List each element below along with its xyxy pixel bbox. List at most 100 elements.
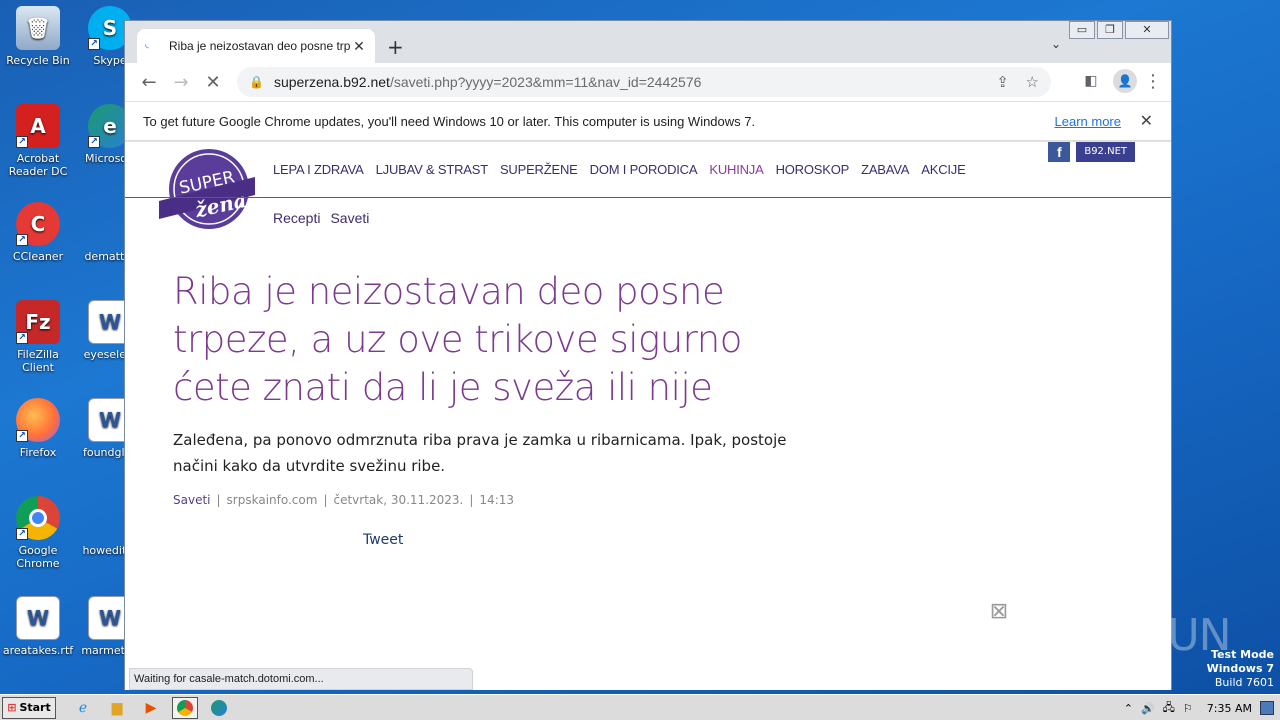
web-page: SUPER žena LEPA I ZDRAVA LJUBAV & STRAST… bbox=[125, 142, 1171, 690]
ad-close-icon[interactable]: ⊠ bbox=[987, 600, 1011, 624]
restore-button[interactable]: ❐ bbox=[1097, 21, 1123, 39]
taskbar: ⊞ Start ℯ ▆ ▶ ⌃ 🔊 🖧 ⚐ 7:35 AM bbox=[0, 694, 1280, 720]
infobar-text: To get future Google Chrome updates, you… bbox=[143, 113, 756, 129]
tab-strip: ◟ Riba je neizostavan deo posne trpeze ✕… bbox=[125, 21, 1171, 63]
word-doc-icon: W bbox=[16, 596, 60, 640]
tab-title: Riba je neizostavan deo posne trpeze bbox=[169, 39, 351, 53]
windows-logo-icon: ⊞ bbox=[7, 701, 17, 714]
menu-kebab-icon[interactable]: ⋮ bbox=[1143, 71, 1163, 92]
url-path: /saveti.php?yyyy=2023&mm=11&nav_id=24425… bbox=[389, 74, 702, 90]
nav-item-ljubav-strast[interactable]: LJUBAV & STRAST bbox=[376, 162, 489, 177]
new-tab-button[interactable]: + bbox=[387, 35, 404, 59]
loading-favicon-icon: ◟ bbox=[145, 39, 149, 50]
close-window-button[interactable]: ✕ bbox=[1125, 21, 1169, 39]
nav-item-superzene[interactable]: SUPERŽENE bbox=[500, 162, 578, 177]
anyrun-watermark: ANY RUN bbox=[1038, 610, 1232, 661]
chrome-icon: ↗ bbox=[16, 496, 60, 540]
learn-more-link[interactable]: Learn more bbox=[1055, 114, 1121, 129]
article-source: srpskainfo.com bbox=[226, 493, 318, 507]
social-links: f B92.NET bbox=[1048, 142, 1135, 162]
desktop-icon-google-chrome[interactable]: ↗ Google Chrome bbox=[0, 496, 76, 570]
network-icon[interactable]: 🖧 bbox=[1163, 699, 1175, 718]
recycle-bin-icon: 🗑 bbox=[16, 6, 60, 50]
update-infobar: To get future Google Chrome updates, you… bbox=[125, 101, 1171, 141]
desktop-icon-acrobat[interactable]: A ↗ Acrobat Reader DC bbox=[0, 104, 76, 178]
taskbar-chrome[interactable] bbox=[172, 696, 198, 719]
infobar-close-icon[interactable]: ✕ bbox=[1140, 111, 1153, 131]
tab-search-icon[interactable]: ⌄ bbox=[1051, 37, 1061, 51]
browser-tab[interactable]: ◟ Riba je neizostavan deo posne trpeze ✕ bbox=[137, 29, 375, 63]
window-controls: ▭ ❐ ✕ bbox=[1067, 21, 1169, 39]
nav-item-zabava[interactable]: ZABAVA bbox=[861, 162, 909, 177]
test-mode-label: Test Mode Windows 7 Build 7601 bbox=[1207, 648, 1274, 690]
desktop-icon-label: Google Chrome bbox=[16, 544, 60, 570]
desktop-icon-label: FileZilla Client bbox=[17, 348, 59, 374]
forward-icon[interactable]: → bbox=[165, 72, 197, 93]
internet-explorer-icon: ℯ bbox=[78, 699, 88, 716]
taskbar-media-player[interactable]: ▶ bbox=[138, 697, 164, 719]
sub-nav: Recepti Saveti bbox=[273, 210, 369, 226]
subnav-item-recepti[interactable]: Recepti bbox=[273, 210, 320, 226]
tray-expand-icon[interactable]: ⌃ bbox=[1124, 702, 1133, 715]
desktop-icon-label: Recycle Bin bbox=[6, 54, 70, 67]
filezilla-icon: Fz ↗ bbox=[16, 300, 60, 344]
article-category[interactable]: Saveti bbox=[173, 493, 211, 507]
show-desktop-icon[interactable] bbox=[1260, 701, 1274, 715]
taskbar-ie[interactable]: ℯ bbox=[70, 697, 96, 719]
share-icon[interactable]: ⇪ bbox=[996, 73, 1009, 91]
status-bubble: Waiting for casale-match.dotomi.com... bbox=[129, 668, 473, 690]
clock[interactable]: 7:35 AM bbox=[1207, 702, 1252, 715]
stop-loading-icon[interactable]: ✕ bbox=[197, 72, 229, 93]
acrobat-icon: A ↗ bbox=[16, 104, 60, 148]
system-tray: ⌃ 🔊 🖧 ⚐ 7:35 AM bbox=[1124, 695, 1280, 720]
meta-separator: | bbox=[323, 493, 328, 507]
nav-item-kuhinja[interactable]: KUHINJA bbox=[709, 162, 763, 177]
volume-icon[interactable]: 🔊 bbox=[1141, 702, 1155, 715]
browser-window: ◟ Riba je neizostavan deo posne trpeze ✕… bbox=[124, 20, 1172, 690]
desktop-icon-ccleaner[interactable]: C ↗ CCleaner bbox=[0, 202, 76, 263]
os-name-text: Windows 7 bbox=[1206, 662, 1274, 675]
chrome-icon bbox=[177, 699, 193, 716]
start-button[interactable]: ⊞ Start bbox=[2, 696, 56, 719]
url-host: superzena.b92.net bbox=[273, 74, 390, 90]
taskbar-explorer[interactable]: ▆ bbox=[104, 697, 130, 719]
browser-toolbar: ← → ✕ 🔒 superzena.b92.net/saveti.php?yyy… bbox=[125, 63, 1171, 101]
subnav-item-saveti[interactable]: Saveti bbox=[330, 210, 369, 226]
nav-item-dom-i-porodica[interactable]: DOM I PORODICA bbox=[590, 162, 698, 177]
desktop-icon-label: Firefox bbox=[19, 446, 57, 459]
taskbar-edge[interactable] bbox=[206, 697, 232, 719]
desktop-icon-label: Acrobat Reader DC bbox=[8, 152, 68, 178]
media-player-icon: ▶ bbox=[145, 699, 157, 716]
tweet-button[interactable]: Tweet bbox=[363, 532, 403, 548]
side-panel-icon[interactable]: ◧ bbox=[1075, 73, 1107, 89]
nav-item-akcije[interactable]: AKCIJE bbox=[921, 162, 966, 177]
build-number-text: Build 7601 bbox=[1214, 676, 1274, 689]
nav-item-horoskop[interactable]: HOROSKOP bbox=[776, 162, 850, 177]
site-logo[interactable]: SUPER žena bbox=[159, 147, 255, 229]
facebook-icon[interactable]: f bbox=[1048, 142, 1071, 162]
article-lead: Zaleđena, pa ponovo odmrznuta riba prava… bbox=[173, 431, 787, 475]
nav-item-lepa-i-zdrava[interactable]: LEPA I ZDRAVA bbox=[273, 162, 364, 177]
article-date: četvrtak, 30.11.2023. bbox=[333, 493, 464, 507]
article-meta: Saveti | srpskainfo.com | četvrtak, 30.1… bbox=[173, 493, 514, 507]
desktop-icon-firefox[interactable]: ↗ Firefox bbox=[0, 398, 76, 459]
edge-icon bbox=[211, 699, 227, 716]
main-nav: LEPA I ZDRAVA LJUBAV & STRAST SUPERŽENE … bbox=[273, 162, 966, 177]
desktop-icon-areatakes[interactable]: W areatakes.rtf bbox=[0, 596, 76, 657]
desktop-icon-recycle-bin[interactable]: 🗑 Recycle Bin bbox=[0, 6, 76, 67]
test-mode-text: Test Mode bbox=[1211, 648, 1274, 661]
back-icon[interactable]: ← bbox=[133, 72, 165, 93]
bookmark-star-icon[interactable]: ☆ bbox=[1026, 73, 1039, 91]
article-headline: Riba je neizostavan deo posne trpeze, a … bbox=[173, 270, 742, 409]
desktop-icon-label: CCleaner bbox=[12, 250, 64, 263]
toolbar-right: ◧ 👤 ⋮ bbox=[1075, 69, 1163, 93]
tab-close-icon[interactable]: ✕ bbox=[351, 38, 367, 55]
desktop-icon-filezilla[interactable]: Fz ↗ FileZilla Client bbox=[0, 300, 76, 374]
lock-icon: 🔒 bbox=[249, 75, 264, 89]
profile-avatar-icon[interactable]: 👤 bbox=[1113, 69, 1137, 93]
address-bar[interactable]: 🔒 superzena.b92.net/saveti.php?yyyy=2023… bbox=[237, 67, 1051, 97]
ccleaner-icon: C ↗ bbox=[16, 202, 60, 246]
b92-link[interactable]: B92.NET bbox=[1076, 142, 1135, 162]
action-center-flag-icon[interactable]: ⚐ bbox=[1183, 702, 1193, 715]
minimize-button[interactable]: ▭ bbox=[1069, 21, 1095, 39]
